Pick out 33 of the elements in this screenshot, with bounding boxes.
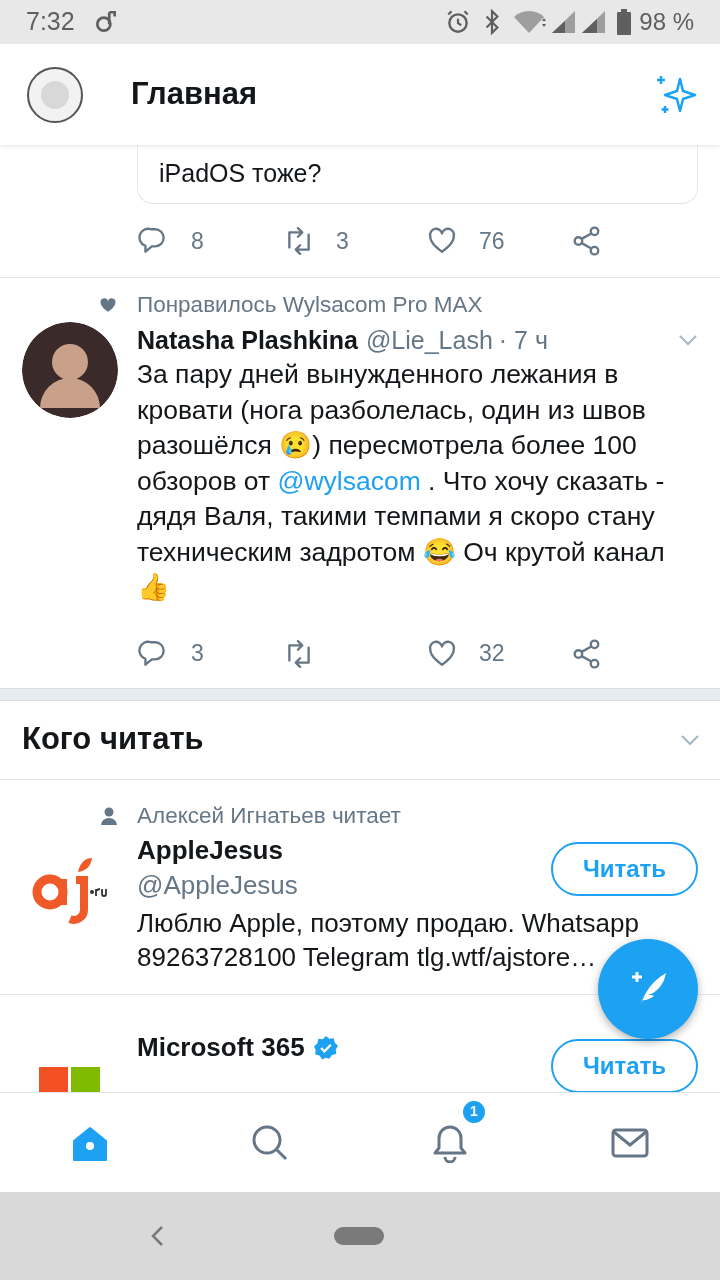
tweet-text: За пару дней вынужденного лежания в кровати (нога разболелась, один из швов разошёлся 😢) пересмотрела более 100 обзоров от @wylsacom . Что хочу сказать - дядя Валя, такими темпами я скоро стану техническим задротом 😂 Оч крутой канал 👍 [137, 358, 666, 604]
battery-percent: 98 % [639, 7, 694, 37]
tweet-time: · 7 ч [498, 325, 548, 356]
avatar-icon[interactable] [26, 65, 84, 124]
battery-icon [617, 9, 632, 35]
quoted-tweet-text: iPadOS тоже? [159, 159, 322, 187]
page-title: Главная [131, 75, 258, 114]
author-handle: @Lie_Lash [365, 325, 493, 356]
account-bio: Люблю Apple, поэтому продаю. Whatsapp 89263728100 Telegram tlg.wtf/ajstore… [137, 906, 640, 974]
wifi-icon [513, 9, 548, 35]
signal-icon [551, 10, 578, 34]
notification-badge: 1 [461, 1098, 487, 1125]
action-count: 3 [336, 226, 349, 256]
follow-context: Алексей Игнатьев читает [137, 801, 401, 830]
action-count: 76 [479, 226, 505, 256]
avatar-icon[interactable] [22, 322, 118, 418]
action-count: 32 [479, 639, 505, 669]
home-pill[interactable] [334, 1227, 384, 1245]
author-name[interactable]: Natasha Plashkina [137, 322, 358, 360]
quoted-tweet-card[interactable]: iPadOS тоже? [137, 145, 698, 204]
account-name[interactable]: AppleJesus [137, 831, 283, 870]
account-name[interactable]: Microsoft 365 [137, 1028, 305, 1067]
liked-by-context: Понравилось Wylsacom Pro MAX [137, 291, 483, 320]
compose-floating-button[interactable] [598, 939, 698, 1039]
action-count: 8 [191, 226, 204, 256]
person-icon [101, 806, 117, 825]
action-count: 3 [191, 639, 204, 669]
account-handle: @AppleJesus [137, 868, 299, 902]
status-time: 7:32 [26, 6, 75, 38]
signal-icon [581, 10, 608, 34]
heart-icon [99, 297, 117, 313]
section-title: Кого читать [22, 720, 204, 759]
back-icon[interactable] [150, 1225, 164, 1247]
